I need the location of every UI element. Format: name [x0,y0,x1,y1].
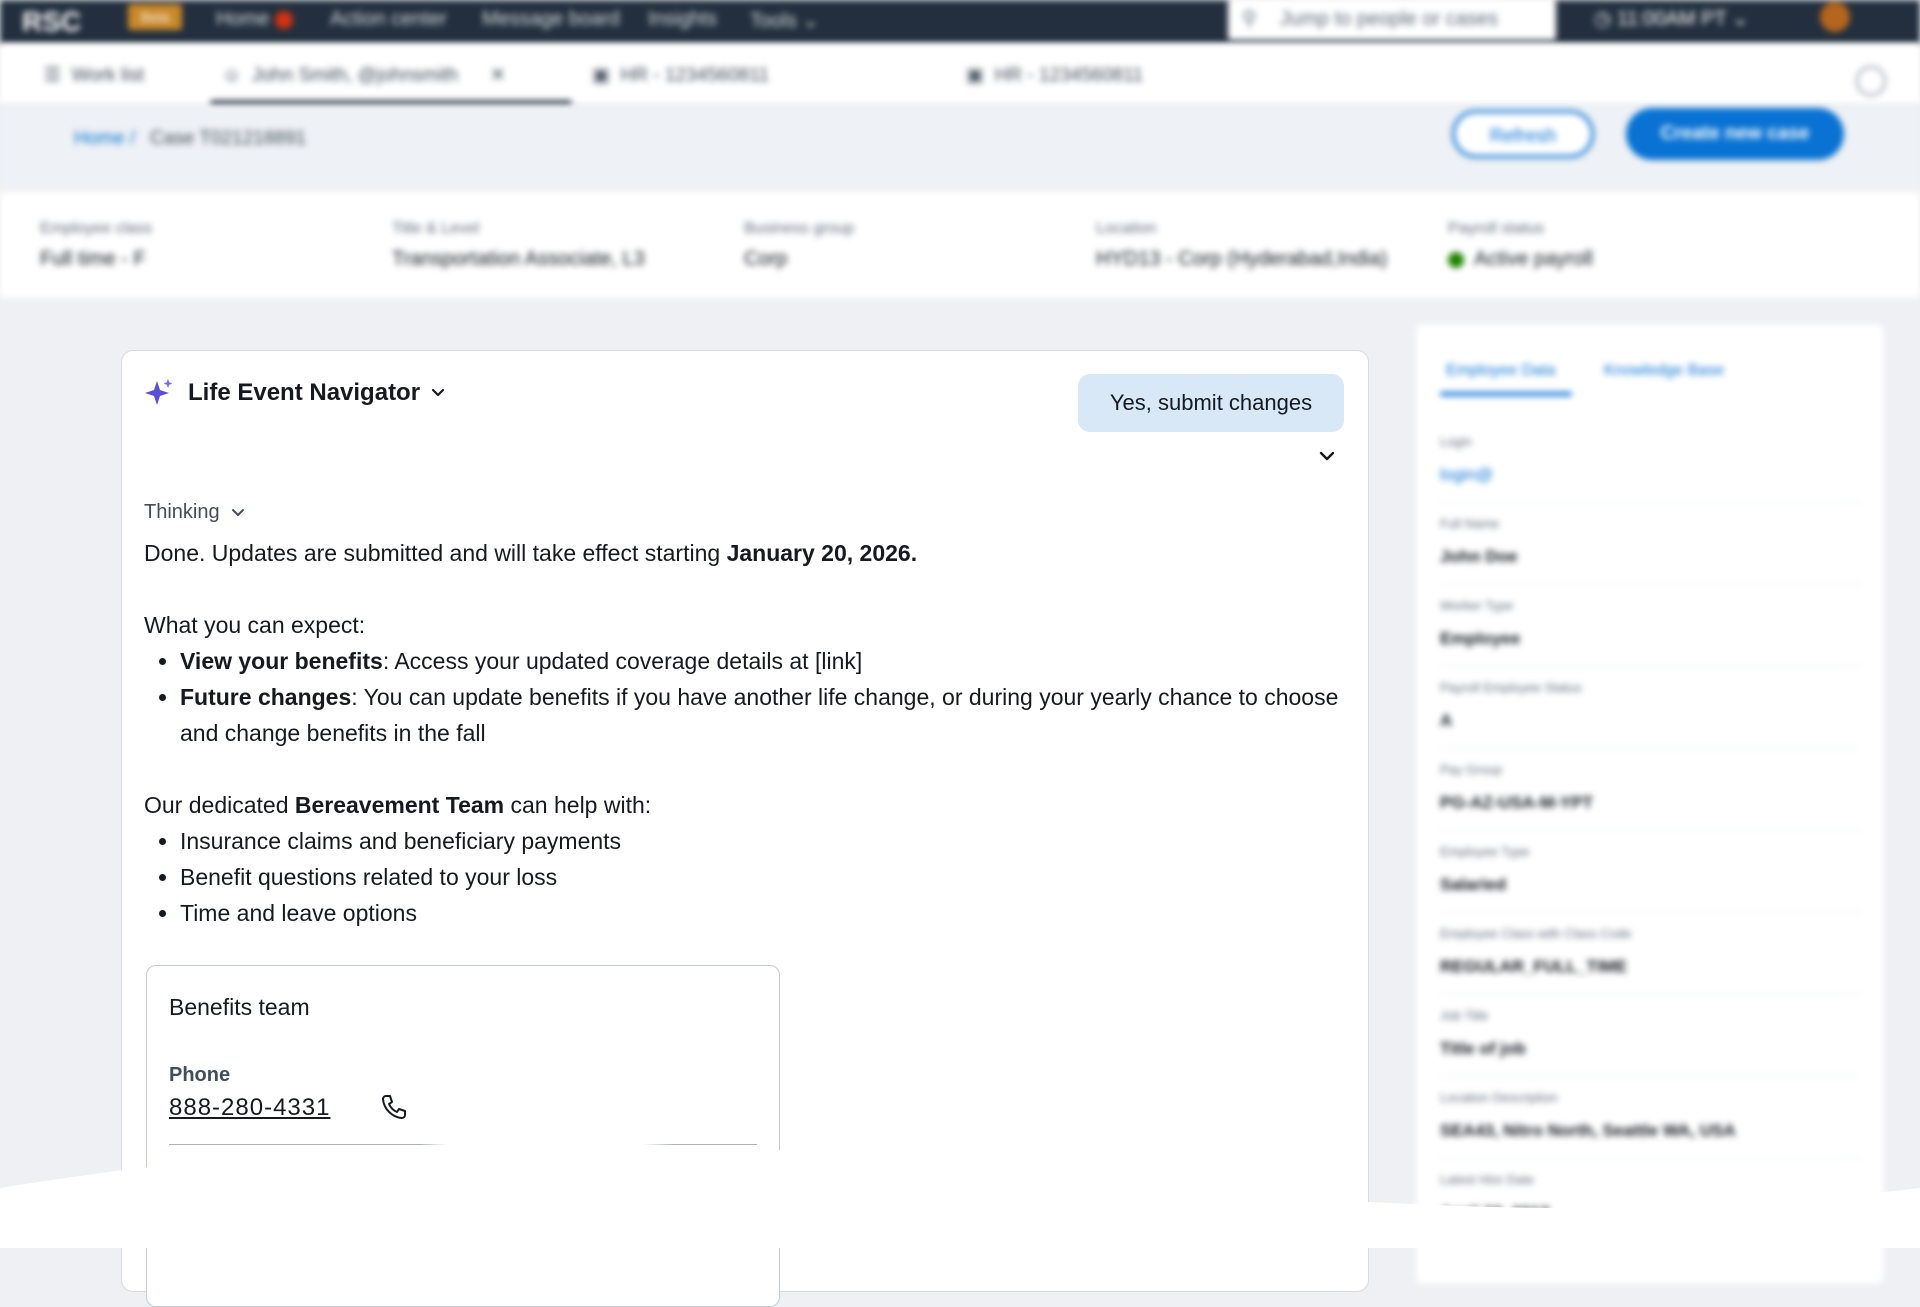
nav-insights[interactable]: Insights [648,8,717,31]
navigator-header[interactable]: Life Event Navigator [144,375,446,411]
refresh-button[interactable]: Refresh [1452,110,1594,158]
briefcase-icon: ▣ [592,65,610,86]
clock-display[interactable]: ◷ 11:00AM PT ⌄ [1594,6,1749,31]
field-pay-group: Pay Group PG-AZ-USA-M-YPT [1440,750,1860,831]
tab-work-list[interactable]: ☰ Work list [44,64,144,87]
user-avatar[interactable] [1820,2,1850,32]
expect-list: View your benefits: Access your updated … [144,643,1344,751]
tab-john-smith[interactable]: ☺ John Smith, @johnsmith ✕ [222,64,506,87]
navigator-title: Life Event Navigator [188,379,421,406]
summary-location: Location HYD13 - Corp (Hyderabad,India) [1096,220,1388,270]
summary-title-level: Title & Level Transportation Associate, L… [392,220,645,270]
nav-message-board[interactable]: Message board [482,8,620,31]
chevron-down-icon [231,508,244,516]
list-item: Time and leave options [180,895,1344,931]
status-dot [1448,251,1464,268]
create-case-button[interactable]: Create new case [1626,108,1844,160]
field-employee-class: Employee Class with Class Code REGULAR_FU… [1440,914,1860,995]
field-full-name: Full Name John Doe [1440,504,1860,585]
chevron-down-icon[interactable] [1318,447,1336,465]
field-payroll-status: Payroll Employee Status A [1440,668,1860,749]
tab-case-2[interactable]: ▣ HR - 1234560811 [966,64,1143,87]
expect-heading: What you can expect: [144,612,366,638]
workspace-tabs: ☰ Work list ☺ John Smith, @johnsmith ✕ ▣… [0,44,1920,105]
nav-action-center[interactable]: Action center [330,8,447,31]
breadcrumb-bar: Home / Case T021218891 Refresh Create ne… [0,106,1920,192]
beta-badge: Beta [128,4,182,30]
phone-icon[interactable] [379,1092,409,1122]
contact-title: Benefits team [169,994,310,1020]
done-message: Done. Updates are submitted and will tak… [144,540,918,566]
summary-employee-class: Employee class Full time - F [40,220,153,270]
top-navigation: RSC Beta Home Action center Message boar… [0,0,1920,44]
chevron-down-icon: ⌄ [1731,8,1749,30]
sparkle-icon [145,379,173,405]
field-job-title: Job Title Title of job [1440,996,1860,1077]
list-item: Future changes: You can update benefits … [180,679,1344,751]
benefits-team-contact-card: Benefits team Phone 888-280-4331 Ti [146,965,780,1307]
field-worker-type: Worker Type Employee [1440,586,1860,667]
thinking-toggle[interactable]: Thinking [144,501,246,524]
list-item: Benefit questions related to your loss [180,859,1344,895]
list-icon: ☰ [44,65,62,86]
team-intro: Our dedicated Bereavement Team can help … [144,792,652,818]
phone-link[interactable]: 888-280-4331 [169,1094,330,1122]
notification-badge [275,10,294,29]
breadcrumb-case: Case T021218891 [150,128,306,149]
field-login: Login login@ [1440,422,1860,503]
summary-business-group: Business group Corp [744,220,855,270]
assistant-response: Done. Updates are submitted and will tak… [144,535,1344,931]
decorative-wave [0,1142,1920,1248]
breadcrumb-home[interactable]: Home / [74,128,135,150]
global-search[interactable]: ⚲ Jump to people or cases [1228,0,1556,40]
tab-knowledge-base[interactable]: Knowledge Base [1604,362,1724,380]
clock-icon: ◷ [1594,8,1612,30]
app-logo[interactable]: RSC [22,6,81,38]
nav-tools[interactable]: Tools ⌄ [750,8,819,33]
person-icon: ☺ [222,65,242,86]
field-employee-type: Employee Type Salaried [1440,832,1860,913]
thinking-label: Thinking [144,501,220,523]
search-placeholder: Jump to people or cases [1280,8,1498,30]
team-help-list: Insurance claims and beneficiary payment… [144,823,1344,931]
tab-case-1[interactable]: ▣ HR - 1234560811 [592,64,769,87]
active-tab-indicator [1440,392,1572,396]
chevron-down-icon [431,388,445,397]
help-icon[interactable] [1856,66,1886,96]
summary-payroll-status: Payroll status Active payroll [1448,220,1593,270]
tab-employee-data[interactable]: Employee Data [1446,362,1555,380]
briefcase-icon: ▣ [966,65,984,86]
nav-home[interactable]: Home [216,8,294,31]
employee-summary: Employee class Full time - F Title & Leve… [0,192,1920,298]
chevron-down-icon: ⌄ [802,10,820,32]
phone-label: Phone [169,1064,231,1086]
user-message-bubble: Yes, submit changes [1078,374,1344,432]
search-icon: ⚲ [1242,8,1257,30]
list-item: View your benefits: Access your updated … [180,643,1344,679]
close-icon[interactable]: ✕ [490,65,506,86]
list-item: Insurance claims and beneficiary payment… [180,823,1344,859]
